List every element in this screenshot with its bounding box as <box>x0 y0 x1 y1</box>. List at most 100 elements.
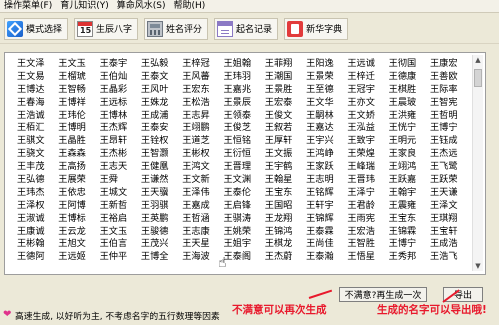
name-cell[interactable]: 王茂兴 <box>141 238 182 251</box>
name-cell[interactable]: 王智胜 <box>347 238 388 251</box>
name-cell[interactable]: 王依忠 <box>58 187 99 200</box>
name-cell[interactable]: 王棋胜 <box>389 84 430 97</box>
scroll-up-icon[interactable]: ▲ <box>474 56 482 64</box>
name-cell[interactable]: 王冠宇 <box>347 84 388 97</box>
name-cell[interactable]: 王英鹏 <box>141 213 182 226</box>
name-cell[interactable]: 王骁文 <box>17 148 58 161</box>
name-cell[interactable]: 王文振 <box>265 148 306 161</box>
menu-parenting[interactable]: 育儿知识(Y) <box>60 0 109 12</box>
name-cell[interactable]: 王骐文 <box>17 135 58 148</box>
name-cell[interactable]: 王昂轩 <box>100 135 141 148</box>
name-cell[interactable]: 王杰辉 <box>100 122 141 135</box>
name-cell[interactable]: 王泰安 <box>141 122 182 135</box>
name-cell[interactable]: 王恍宁 <box>389 122 430 135</box>
name-cell[interactable]: 王恒铭 <box>223 135 264 148</box>
name-cell[interactable]: 王博祥 <box>58 97 99 110</box>
scroll-down-icon[interactable]: ▼ <box>474 262 482 270</box>
name-cell[interactable]: 王洪雍 <box>389 110 430 123</box>
name-cell[interactable]: 王风叶 <box>141 84 182 97</box>
name-cell[interactable]: 王钰成 <box>430 135 471 148</box>
name-cell[interactable]: 王伯灿 <box>100 71 141 84</box>
name-cell[interactable]: 王骐涛 <box>223 213 264 226</box>
name-cell[interactable]: 王志康 <box>182 226 223 239</box>
name-cell[interactable]: 王志昇 <box>182 110 223 123</box>
name-cell[interactable]: 王启锋 <box>223 200 264 213</box>
mode-select-button[interactable]: 模式选择 <box>4 17 69 40</box>
name-cell[interactable]: 王泰宇 <box>100 58 141 71</box>
name-cell[interactable]: 王羽骐 <box>141 200 182 213</box>
name-cell[interactable]: 王文玉 <box>100 226 141 239</box>
name-cell[interactable]: 王榴琥 <box>58 71 99 84</box>
name-cell[interactable]: 王哲明 <box>430 110 471 123</box>
name-cell[interactable]: 王峰瑞 <box>347 161 388 174</box>
name-cell[interactable]: 王阳逸 <box>306 58 347 71</box>
name-cell[interactable]: 王弘德 <box>17 174 58 187</box>
name-cell[interactable]: 王明元 <box>389 135 430 148</box>
name-cell[interactable]: 王文华 <box>306 97 347 110</box>
name-cell[interactable]: 王泽宁 <box>347 187 388 200</box>
name-cell[interactable]: 王天谦 <box>430 187 471 200</box>
name-cell[interactable]: 王泰瀚 <box>306 251 347 264</box>
name-cell[interactable]: 王天骥 <box>141 187 182 200</box>
name-cell[interactable]: 王德康 <box>389 71 430 84</box>
name-cell[interactable]: 王君龄 <box>347 200 388 213</box>
name-cell[interactable]: 王康宏 <box>430 58 471 71</box>
name-cell[interactable]: 王叙若 <box>265 122 306 135</box>
name-cell[interactable]: 王宏东 <box>182 84 223 97</box>
name-cell[interactable]: 王荣煌 <box>347 148 388 161</box>
name-cell[interactable]: 王泓益 <box>347 122 388 135</box>
name-cell[interactable]: 王嘉成 <box>182 200 223 213</box>
name-cell[interactable]: 王翰宇 <box>389 187 430 200</box>
name-cell[interactable]: 王天星 <box>182 238 223 251</box>
name-cell[interactable]: 王晋理 <box>223 161 264 174</box>
name-cell[interactable]: 王领泰 <box>223 110 264 123</box>
name-cell[interactable]: 王嘉兆 <box>223 84 264 97</box>
name-cell[interactable]: 王潮国 <box>265 71 306 84</box>
name-cell[interactable]: 王宇鹤 <box>265 161 306 174</box>
name-cell[interactable]: 王跃嘉 <box>389 174 430 187</box>
name-cell[interactable]: 王玮羽 <box>223 71 264 84</box>
name-cell[interactable]: 王云龙 <box>58 226 99 239</box>
name-cell[interactable]: 王宝东 <box>389 213 430 226</box>
name-cell[interactable]: 王晋玮 <box>347 174 388 187</box>
name-cell[interactable]: 王文泽 <box>17 58 58 71</box>
name-cell[interactable]: 王博标 <box>58 213 99 226</box>
name-cell[interactable]: 王德阿 <box>17 251 58 264</box>
name-cell[interactable]: 王泽文 <box>430 200 471 213</box>
name-cell[interactable]: 王康诚 <box>17 226 58 239</box>
menu-operation[interactable]: 操作菜单(F) <box>4 0 52 12</box>
name-cell[interactable]: 王成浦 <box>141 110 182 123</box>
name-cell[interactable]: 王丰茂 <box>17 161 58 174</box>
name-cell[interactable]: 王尚佳 <box>306 238 347 251</box>
name-cell[interactable]: 王泰伦 <box>223 187 264 200</box>
name-cell[interactable]: 王裕启 <box>100 213 141 226</box>
name-cell[interactable]: 王梓迁 <box>347 71 388 84</box>
dictionary-button[interactable]: 新华字典 <box>284 17 349 40</box>
name-cell[interactable]: 王翰星 <box>265 174 306 187</box>
name-cell[interactable]: 王晨玻 <box>389 97 430 110</box>
name-cell[interactable]: 王翊鸿 <box>389 161 430 174</box>
name-cell[interactable]: 王志天 <box>100 161 141 174</box>
name-cell[interactable]: 王旭文 <box>58 238 99 251</box>
name-cell[interactable]: 王宝轩 <box>430 226 471 239</box>
name-cell[interactable]: 王泰霖 <box>306 226 347 239</box>
name-cell[interactable]: 王杰远 <box>430 148 471 161</box>
name-cell[interactable]: 王姐宇 <box>223 238 264 251</box>
name-cell[interactable]: 王鸿峥 <box>306 148 347 161</box>
name-cell[interactable]: 王家良 <box>389 148 430 161</box>
name-cell[interactable]: 王锦辉 <box>306 213 347 226</box>
name-cell[interactable]: 王成浩 <box>430 238 471 251</box>
name-cell[interactable]: 王仲平 <box>100 251 141 264</box>
name-cell[interactable]: 王景荣 <box>306 71 347 84</box>
name-cell[interactable]: 王雨宪 <box>347 213 388 226</box>
name-cell[interactable]: 王梓冠 <box>182 58 223 71</box>
name-cell[interactable]: 王杰彬 <box>100 148 141 161</box>
name-cell[interactable]: 王景胜 <box>265 84 306 97</box>
naming-record-button[interactable]: 起名记录 <box>214 17 279 40</box>
regenerate-button[interactable]: 不满意?再生成一次 <box>339 287 427 302</box>
name-cell[interactable]: 王森森 <box>58 148 99 161</box>
name-cell[interactable]: 王浩飞 <box>430 251 471 264</box>
menu-fortune[interactable]: 算命风水(S) <box>117 0 166 12</box>
birth-chart-button[interactable]: 15 生辰八字 <box>74 17 139 40</box>
name-cell[interactable]: 王道芝 <box>182 135 223 148</box>
